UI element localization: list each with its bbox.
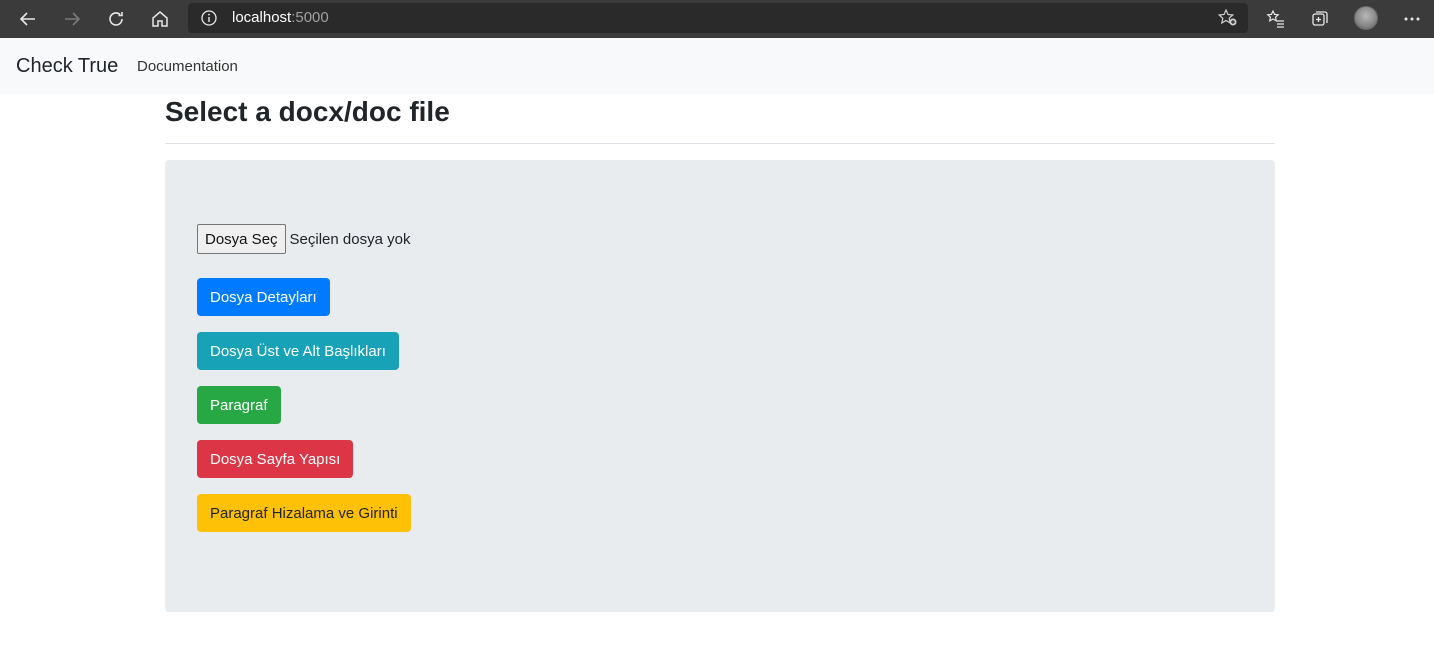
- file-input[interactable]: Dosya Seç Seçilen dosya yok: [197, 224, 410, 254]
- title-divider: [165, 143, 1275, 144]
- headers-footers-button[interactable]: Dosya Üst ve Alt Başlıkları: [197, 332, 399, 370]
- browser-toolbar: localhost:5000: [0, 0, 1434, 38]
- url-host: localhost: [232, 9, 292, 26]
- file-details-button[interactable]: Dosya Detayları: [197, 278, 330, 316]
- refresh-icon[interactable]: [104, 7, 128, 31]
- home-icon[interactable]: [148, 7, 172, 31]
- back-arrow-icon[interactable]: [16, 7, 40, 31]
- page-title: Select a docx/doc file: [165, 96, 450, 127]
- paragraph-alignment-indent-button[interactable]: Paragraf Hizalama ve Girinti: [197, 494, 411, 532]
- star-add-icon[interactable]: [1217, 8, 1238, 27]
- file-status-text: Seçilen dosya yok: [289, 230, 411, 248]
- nav-link-documentation[interactable]: Documentation: [137, 58, 238, 75]
- navbar-brand[interactable]: Check True: [16, 55, 118, 78]
- paragraph-button[interactable]: Paragraf: [197, 386, 281, 424]
- address-bar[interactable]: localhost:5000: [188, 3, 1248, 33]
- url-text: localhost:5000: [232, 9, 329, 26]
- page-layout-button[interactable]: Dosya Sayfa Yapısı: [197, 440, 354, 478]
- url-port: :5000: [291, 9, 329, 26]
- app-navbar: Check True Documentation: [0, 38, 1434, 94]
- forward-arrow-icon[interactable]: [60, 7, 84, 31]
- profile-avatar[interactable]: [1354, 6, 1378, 30]
- more-dots-icon[interactable]: [1400, 7, 1424, 31]
- collections-icon[interactable]: [1308, 7, 1332, 31]
- info-icon[interactable]: [201, 10, 217, 26]
- favorites-list-icon[interactable]: [1264, 7, 1288, 31]
- upload-panel: Dosya Seç Seçilen dosya yok Dosya Detayl…: [165, 160, 1275, 612]
- choose-file-button[interactable]: Dosya Seç: [197, 224, 286, 254]
